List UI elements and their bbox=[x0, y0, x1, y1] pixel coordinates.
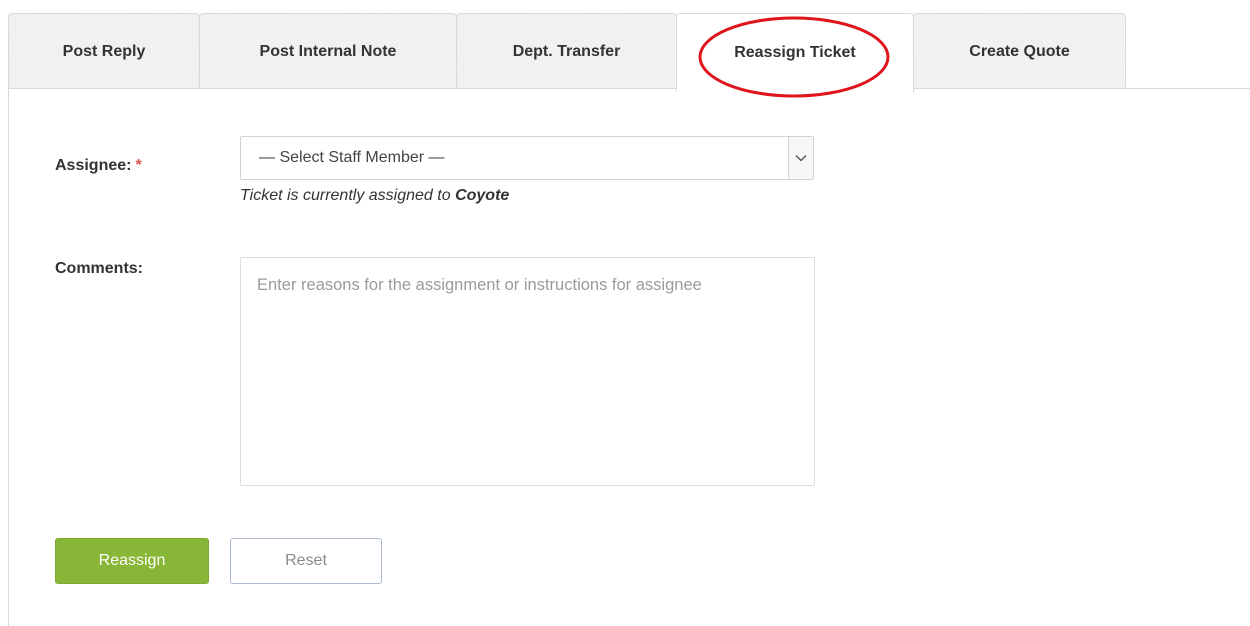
tab-bar: Post Reply Post Internal Note Dept. Tran… bbox=[8, 13, 1250, 92]
tabs-divider bbox=[8, 88, 1250, 89]
assignee-label: Assignee: * bbox=[55, 157, 142, 174]
assignee-select-value: — Select Staff Member — bbox=[259, 149, 445, 166]
tab-post-reply[interactable]: Post Reply bbox=[8, 13, 200, 89]
panel-border bbox=[8, 88, 9, 626]
current-assignee-name: Coyote bbox=[455, 187, 510, 204]
tab-label: Dept. Transfer bbox=[512, 42, 621, 60]
tab-label: Post Reply bbox=[62, 42, 146, 60]
assignee-select[interactable]: — Select Staff Member — bbox=[240, 136, 814, 180]
chevron-down-icon[interactable] bbox=[788, 137, 813, 179]
tab-label: Reassign Ticket bbox=[734, 44, 856, 61]
tab-dept-transfer[interactable]: Dept. Transfer bbox=[456, 13, 677, 89]
tab-reassign-ticket[interactable]: Reassign Ticket bbox=[676, 13, 914, 92]
tab-label: Post Internal Note bbox=[259, 42, 397, 60]
comments-label: Comments: bbox=[55, 260, 144, 277]
assignment-hint: Ticket is currently assigned to Coyote bbox=[240, 187, 510, 204]
reassign-button[interactable]: Reassign bbox=[55, 538, 209, 584]
tab-label: Create Quote bbox=[969, 42, 1070, 60]
tab-create-quote[interactable]: Create Quote bbox=[913, 13, 1126, 89]
comments-input[interactable] bbox=[240, 257, 815, 486]
reset-button[interactable]: Reset bbox=[230, 538, 382, 584]
tab-post-internal-note[interactable]: Post Internal Note bbox=[199, 13, 457, 89]
required-marker: * bbox=[135, 157, 142, 174]
